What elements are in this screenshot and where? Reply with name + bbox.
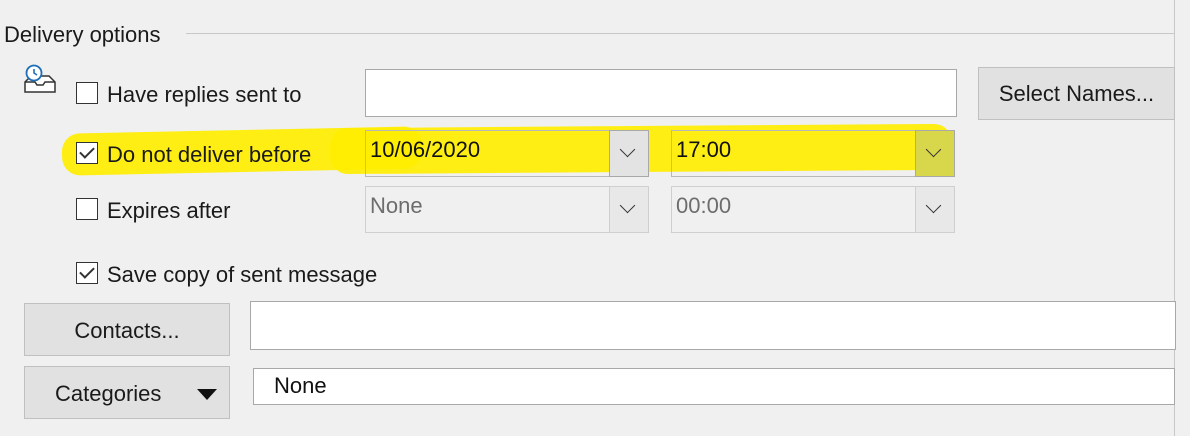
expires-date-value: None [370,193,423,218]
delay-delivery-icon [22,64,58,96]
deliver-time-dropdown[interactable] [915,130,955,177]
categories-button-label: Categories [55,381,162,406]
do-not-deliver-checkbox[interactable] [76,142,98,164]
expires-after-checkbox[interactable] [76,198,98,220]
select-names-button[interactable]: Select Names... [978,67,1175,120]
expires-time-input[interactable]: 00:00 [671,186,916,233]
do-not-deliver-label: Do not deliver before [107,142,312,167]
save-copy-label: Save copy of sent message [107,262,378,287]
save-copy-checkbox[interactable] [76,262,98,284]
replies-to-input[interactable] [365,69,957,117]
deliver-time-value: 17:00 [676,137,732,162]
expires-time-value: 00:00 [676,193,732,218]
deliver-date-input[interactable]: 10/06/2020 [365,130,610,177]
contacts-input[interactable] [250,301,1176,350]
contacts-button-label: Contacts... [74,318,180,343]
chevron-down-icon [619,197,636,214]
caret-down-icon [197,389,217,400]
have-replies-label: Have replies sent to [107,82,302,107]
expires-date-input[interactable]: None [365,186,610,233]
deliver-date-dropdown[interactable] [609,130,649,177]
deliver-date-value: 10/06/2020 [370,137,481,162]
have-replies-checkbox[interactable] [76,82,98,104]
expires-after-label: Expires after [107,198,231,223]
categories-value: None [274,373,327,398]
chevron-down-icon [925,197,942,214]
deliver-time-input[interactable]: 17:00 [671,130,916,177]
categories-button[interactable]: Categories [24,366,230,419]
chevron-down-icon [925,141,942,158]
group-border [186,33,1174,34]
contacts-button[interactable]: Contacts... [24,303,230,356]
expires-time-dropdown[interactable] [915,186,955,233]
chevron-down-icon [619,141,636,158]
expires-date-dropdown[interactable] [609,186,649,233]
select-names-label: Select Names... [998,81,1155,106]
group-title: Delivery options [4,20,167,50]
categories-field: None [253,368,1175,405]
